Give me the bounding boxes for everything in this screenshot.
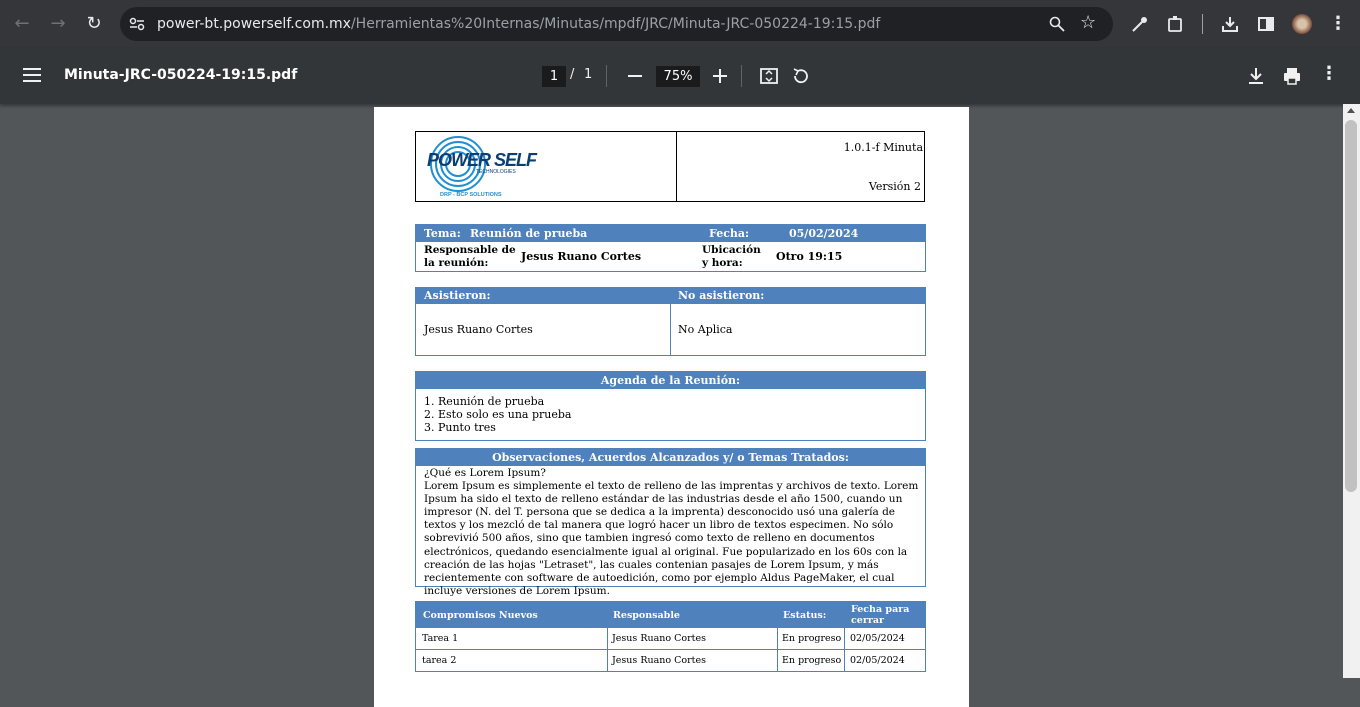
- tema-label: Tema:: [424, 227, 461, 240]
- zoom-out-icon[interactable]: [628, 75, 642, 77]
- ubicacion-label: Ubicación y hora:: [702, 244, 761, 269]
- profile-avatar[interactable]: [1292, 14, 1312, 34]
- fit-to-page-icon[interactable]: [760, 68, 778, 84]
- cell-status: En progreso: [782, 655, 842, 666]
- more-actions-icon[interactable]: ⋮: [1320, 63, 1338, 84]
- responsable-label-line2: la reunión:: [424, 256, 489, 269]
- attendance-header-row: Asistieron: No asistieron:: [416, 288, 925, 304]
- ubicacion-value: Otro 19:15: [776, 250, 843, 263]
- company-logo: POWER SELF TECHNOLOGIES DRP - BCP SOLUTI…: [426, 134, 537, 200]
- logo-wordmark: POWER SELF: [427, 150, 537, 170]
- toolbar-divider: [606, 65, 607, 87]
- browser-toolbar: ← → ↻ power-bt.powerself.com.mx/Herramie…: [0, 0, 1360, 48]
- pdf-page: POWER SELF TECHNOLOGIES DRP - BCP SOLUTI…: [374, 107, 969, 707]
- col-compromisos: Compromisos Nuevos: [423, 610, 538, 621]
- doc-version: Versión 2: [868, 180, 921, 193]
- scrollbar-thumb[interactable]: [1345, 120, 1357, 492]
- toolbar-divider: [1202, 14, 1203, 34]
- download-icon[interactable]: [1248, 67, 1264, 85]
- agenda-table: Agenda de la Reunión: 1. Reunión de prue…: [415, 371, 926, 441]
- asistieron-label: Asistieron:: [424, 289, 491, 302]
- responsable-label: Responsable de la reunión:: [424, 244, 516, 269]
- doc-code: 1.0.1-f Minuta: [843, 141, 923, 154]
- scroll-up-icon[interactable]: [1347, 108, 1355, 113]
- observations-title: Observaciones, Acuerdos Alcanzados y/ o …: [416, 449, 925, 466]
- cell-task: tarea 2: [422, 655, 457, 666]
- no-asistieron-label: No asistieron:: [678, 289, 765, 302]
- agenda-item: 1. Reunión de prueba: [424, 395, 545, 408]
- zoom-in-icon[interactable]: [713, 69, 727, 83]
- agenda-list: 1. Reunión de prueba 2. Esto solo es una…: [424, 395, 571, 434]
- col-estatus: Estatus:: [783, 610, 827, 621]
- responsable-label-line1: Responsable de: [424, 244, 516, 256]
- url-host: power-bt.powerself.com.mx: [157, 16, 351, 32]
- logo-subtext: TECHNOLOGIES: [476, 169, 516, 175]
- chrome-menu-icon[interactable]: ⋮: [1326, 12, 1350, 36]
- col-fecha-cerrar: Fecha para cerrar: [851, 604, 910, 626]
- commitments-table: Compromisos Nuevos Responsable Estatus: …: [415, 601, 926, 672]
- observations-question: ¿Qué es Lorem Ipsum?: [424, 467, 546, 479]
- cell-date: 02/05/2024: [850, 655, 905, 666]
- header-divider: [676, 132, 677, 201]
- info-header-row: Tema: Reunión de prueba Fecha: 05/02/202…: [416, 225, 925, 242]
- eyedropper-icon[interactable]: [1130, 16, 1148, 34]
- ubicacion-label-line1: Ubicación: [702, 244, 761, 256]
- cell-date: 02/05/2024: [850, 633, 905, 644]
- back-icon[interactable]: ←: [10, 12, 34, 36]
- reload-icon[interactable]: ↻: [82, 12, 106, 36]
- cell-status: En progreso: [782, 633, 842, 644]
- attendance-table: Asistieron: No asistieron: Jesus Ruano C…: [415, 287, 926, 356]
- observations-text: Lorem Ipsum es simplemente el texto de r…: [424, 480, 919, 597]
- table-row: Tarea 1 Jesus Ruano Cortes En progreso 0…: [416, 628, 925, 649]
- print-icon[interactable]: [1283, 67, 1301, 85]
- agenda-item: 2. Esto solo es una prueba: [424, 408, 572, 421]
- page-number-input[interactable]: 1: [542, 66, 566, 87]
- rotate-icon[interactable]: [791, 67, 809, 85]
- sidebar-menu-icon[interactable]: [23, 68, 41, 82]
- url-text: power-bt.powerself.com.mx/Herramientas%2…: [157, 7, 880, 41]
- agenda-title: Agenda de la Reunión:: [416, 372, 925, 389]
- bookmark-star-icon[interactable]: ☆: [1080, 12, 1096, 33]
- table-row: tarea 2 Jesus Ruano Cortes En progreso 0…: [416, 650, 925, 671]
- pdf-toolbar: Minuta-JRC-050224-19:15.pdf 1 / 1 75% ⋮: [0, 48, 1360, 104]
- attendance-divider: [670, 304, 671, 355]
- cell-responsable: Jesus Ruano Cortes: [612, 633, 706, 644]
- site-settings-icon[interactable]: [129, 16, 145, 32]
- no-asistieron-value: No Aplica: [678, 323, 733, 336]
- asistieron-value: Jesus Ruano Cortes: [424, 323, 533, 336]
- address-bar[interactable]: power-bt.powerself.com.mx/Herramientas%2…: [120, 7, 1113, 41]
- fecha-value: 05/02/2024: [789, 227, 859, 240]
- downloads-icon[interactable]: [1221, 15, 1239, 33]
- header-table: POWER SELF TECHNOLOGIES DRP - BCP SOLUTI…: [415, 131, 925, 202]
- toolbar-divider: [741, 65, 742, 87]
- observations-table: Observaciones, Acuerdos Alcanzados y/ o …: [415, 448, 926, 597]
- extensions-icon[interactable]: [1167, 15, 1185, 33]
- cell-responsable: Jesus Ruano Cortes: [612, 655, 706, 666]
- logo-tagline: DRP - BCP SOLUTIONS: [440, 192, 502, 198]
- side-panel-icon[interactable]: [1257, 15, 1275, 33]
- url-path: /Herramientas%20Internas/Minutas/mpdf/JR…: [350, 16, 881, 32]
- tema-value: Reunión de prueba: [470, 227, 588, 240]
- commitments-header-row: Compromisos Nuevos Responsable Estatus: …: [416, 602, 925, 628]
- observations-body: ¿Qué es Lorem Ipsum? Lorem Ipsum es simp…: [424, 467, 920, 598]
- page-total: 1: [584, 67, 593, 82]
- agenda-item: 3. Punto tres: [424, 421, 496, 434]
- pdf-filename: Minuta-JRC-050224-19:15.pdf: [64, 67, 298, 83]
- ubicacion-label-line2: y hora:: [702, 256, 743, 269]
- forward-icon[interactable]: →: [46, 12, 70, 36]
- page-separator: /: [570, 67, 575, 82]
- zoom-level-input[interactable]: 75%: [656, 66, 700, 87]
- info-table: Tema: Reunión de prueba Fecha: 05/02/202…: [415, 224, 926, 272]
- fecha-label: Fecha:: [709, 227, 750, 240]
- col-responsable: Responsable: [613, 610, 680, 621]
- cell-task: Tarea 1: [422, 633, 459, 644]
- zoom-icon[interactable]: [1049, 16, 1065, 32]
- responsable-value: Jesus Ruano Cortes: [521, 250, 642, 263]
